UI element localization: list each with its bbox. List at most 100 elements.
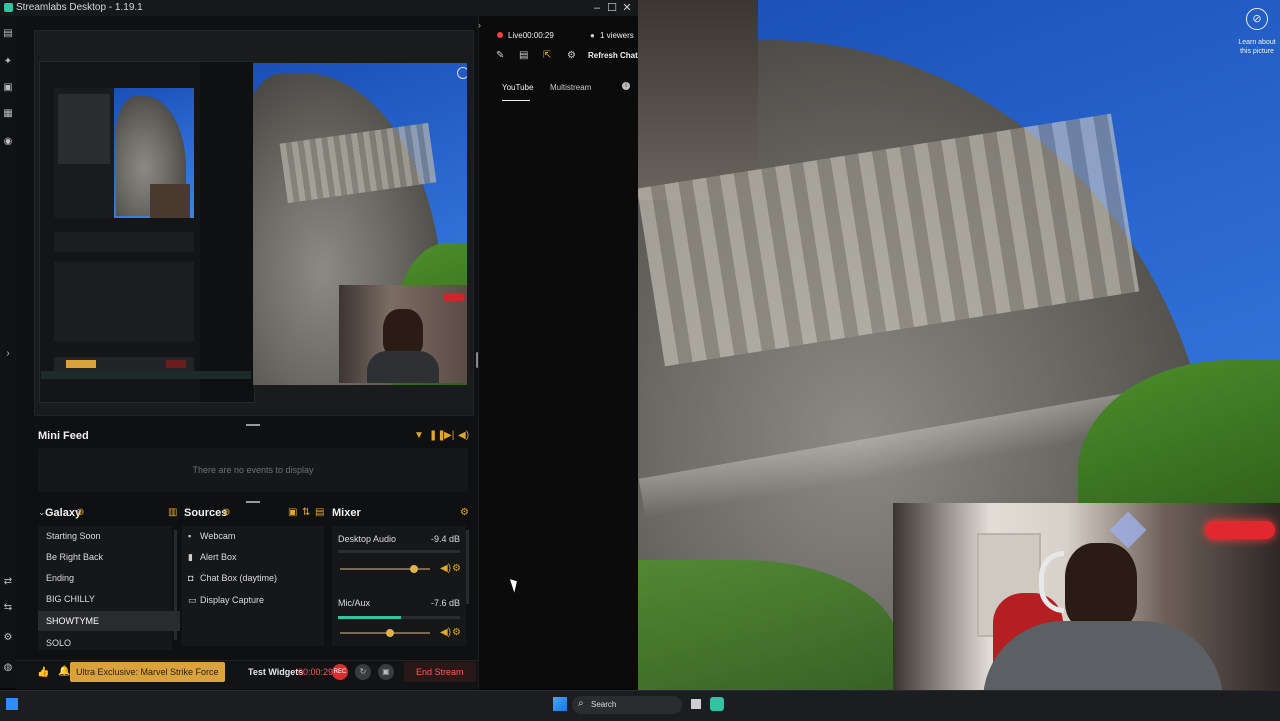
tab-active-underline — [502, 100, 530, 101]
edit-pencil-icon[interactable]: ✎ — [496, 50, 504, 61]
replay-buffer-icon[interactable]: ↻ — [355, 664, 371, 680]
source-group-icon[interactable]: ▣ — [288, 507, 297, 518]
promo-button[interactable]: Ultra Exclusive: Marvel Strike Force — [70, 662, 225, 682]
end-stream-button[interactable]: End Stream — [404, 662, 476, 682]
scenes-scrollbar[interactable] — [174, 530, 177, 640]
minimize-icon[interactable]: – — [590, 1, 604, 15]
live-label: Live00:00:29 — [508, 31, 554, 40]
audio-meter — [338, 550, 460, 553]
themes-icon[interactable]: ✦ — [2, 56, 14, 68]
nested-webcam — [150, 184, 190, 218]
add-source-icon[interactable]: ⊕ — [222, 507, 230, 518]
scene-item[interactable]: SOLO — [38, 633, 180, 653]
source-sort-icon[interactable]: ⇅ — [302, 507, 310, 518]
profile-icon[interactable]: ◍ — [2, 662, 14, 674]
rec-button[interactable]: REC — [332, 664, 348, 680]
close-icon[interactable]: ✕ — [620, 1, 634, 15]
source-item-alert-box[interactable]: ▮ Alert Box — [188, 547, 237, 567]
task-view-icon[interactable] — [691, 699, 701, 709]
alert-box-icon: ▮ — [188, 552, 193, 562]
clipboard-icon[interactable]: ▤ — [519, 50, 528, 61]
test-widgets-button[interactable]: Test Widgets — [248, 667, 303, 677]
left-rail: ▤ ✦ ▣ ▦ ◉ › ⇄ ⇆ ⚙ ◍ — [0, 16, 16, 688]
sources-title: Sources — [184, 507, 228, 519]
chat-box-icon: ◘ — [188, 573, 194, 583]
sources-list: ▪ Webcam ▮ Alert Box ◘ Chat Box (daytime) ▭… — [182, 526, 324, 646]
mixer-channel-name: Mic/Aux — [338, 598, 371, 608]
collapse-chat-icon[interactable]: › — [478, 20, 481, 30]
search-icon: ⌕ — [578, 698, 584, 709]
mixer-settings-icon[interactable]: ⚙ — [460, 507, 469, 518]
streamer-head — [383, 309, 423, 357]
wallpaper-caption[interactable]: Learn about this picture — [1234, 38, 1280, 56]
notification-bell-icon[interactable]: 🔔 — [58, 666, 70, 677]
speaker-icon[interactable]: ◀) — [440, 563, 451, 574]
recording-time: 00:00:29 — [298, 667, 334, 677]
source-item-display-capture[interactable]: ▭ Display Capture — [188, 590, 264, 610]
tab-multistream[interactable]: Multistream — [550, 83, 591, 92]
speaker-icon[interactable]: ◀) — [440, 627, 451, 638]
stream-preview[interactable] — [34, 30, 474, 416]
skip-icon[interactable]: ▶| — [444, 430, 454, 441]
window-titlebar: Streamlabs Desktop - 1.19.1 – ☐ ✕ — [0, 0, 638, 16]
source-item-chat-box[interactable]: ◘ Chat Box (daytime) — [188, 568, 277, 588]
scene-item[interactable]: Starting Soon — [38, 526, 180, 546]
scene-item[interactable]: BIG CHILLY — [38, 589, 180, 609]
info-icon[interactable]: i — [622, 82, 630, 90]
display-capture-icon: ▭ — [188, 595, 197, 605]
filter-icon[interactable]: ▼ — [414, 430, 424, 441]
channel-settings-icon[interactable]: ⚙ — [452, 627, 461, 638]
refresh-chat-button[interactable]: Refresh Chat — [588, 51, 638, 60]
scene-item[interactable]: Be Right Back — [38, 547, 180, 567]
screenshot-icon[interactable]: ▣ — [378, 664, 394, 680]
scene-item-active[interactable]: SHOWTYME — [38, 611, 180, 631]
info-icon — [457, 67, 467, 79]
layout-icon[interactable]: ⇆ — [2, 602, 14, 614]
share-icon[interactable]: ⇱ — [543, 50, 551, 61]
webcam-icon: ▪ — [188, 531, 192, 541]
streamlabs-taskbar-icon[interactable] — [710, 697, 724, 711]
highlighter-icon[interactable]: ◉ — [2, 136, 14, 148]
apps-icon[interactable]: ▦ — [2, 108, 14, 120]
source-item-webcam[interactable]: ▪ Webcam — [188, 526, 235, 546]
red-mic-light — [1205, 521, 1275, 539]
add-scene-icon[interactable]: ⊕ — [76, 507, 84, 518]
mixer-scrollbar[interactable] — [466, 530, 469, 604]
minifeed-title: Mini Feed — [38, 430, 89, 442]
studio-mode-icon[interactable]: ⇄ — [2, 576, 14, 588]
mixer-panel: Desktop Audio -9.4 dB ◀) ⚙ Mic/Aux -7.6 … — [332, 526, 466, 646]
volume-slider[interactable] — [340, 565, 430, 573]
nested-preview-window — [39, 61, 255, 403]
scene-transitions-icon[interactable]: ▥ — [168, 507, 177, 518]
editor-icon[interactable]: ▤ — [2, 28, 14, 40]
panel-drag-handle[interactable] — [246, 424, 260, 426]
channel-settings-icon[interactable]: ⚙ — [452, 563, 461, 574]
streamer-head — [1065, 543, 1137, 629]
nested-taskbar — [41, 371, 251, 379]
nanoleaf-light — [1109, 511, 1147, 549]
app-taskbar-icon[interactable] — [6, 698, 18, 710]
expand-chevron-icon[interactable]: › — [2, 348, 14, 360]
mixer-title: Mixer — [332, 507, 361, 519]
chat-settings-icon[interactable]: ⚙ — [567, 50, 576, 61]
start-windows-icon[interactable] — [553, 697, 567, 711]
live-dot-icon — [497, 32, 503, 38]
settings-gear-icon[interactable]: ⚙ — [2, 632, 14, 644]
folder-icon[interactable]: ▤ — [315, 507, 324, 518]
location-pin-icon[interactable]: ⊘ — [1246, 8, 1268, 30]
window-title: Streamlabs Desktop - 1.19.1 — [16, 2, 143, 13]
chat-panel — [478, 16, 639, 688]
tab-youtube[interactable]: YouTube — [502, 83, 533, 92]
store-icon[interactable]: ▣ — [2, 82, 14, 94]
panel-drag-handle-2[interactable] — [246, 501, 260, 503]
volume-icon[interactable]: ◀) — [458, 430, 469, 441]
scene-item[interactable]: Ending — [38, 568, 180, 588]
audio-meter — [338, 616, 460, 619]
volume-slider[interactable] — [340, 629, 430, 637]
volume-slider-knob[interactable] — [385, 629, 394, 637]
taskbar-search[interactable]: ⌕ Search — [572, 696, 682, 714]
volume-slider-knob[interactable] — [409, 565, 418, 573]
maximize-icon[interactable]: ☐ — [605, 1, 619, 15]
preview-webcam — [339, 285, 467, 383]
thumbs-up-icon[interactable]: 👍 — [37, 667, 49, 678]
